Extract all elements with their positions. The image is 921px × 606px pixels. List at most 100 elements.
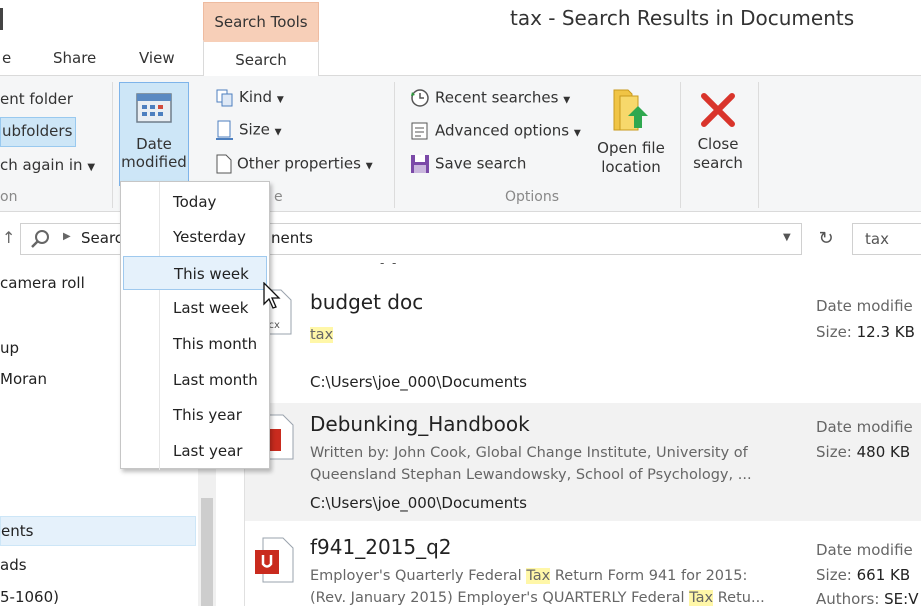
scrollbar-thumb[interactable] <box>201 498 213 606</box>
chevron-down-icon: ▼ <box>276 95 284 105</box>
save-search-label: Save search <box>435 154 527 173</box>
ribbon-separator <box>394 82 395 208</box>
ribbon-separator <box>112 82 113 208</box>
nav-item-camera-roll[interactable]: camera roll <box>0 274 85 292</box>
menu-item-last-year[interactable]: Last year <box>123 434 267 468</box>
authors-label: Authors: <box>816 590 880 606</box>
result-size: Size: 480 KB <box>816 443 910 461</box>
menu-item-last-week[interactable]: Last week <box>123 291 267 325</box>
tab-share[interactable]: Share <box>53 40 96 76</box>
snippet-line: (Rev. January 2015) Employer's QUARTERLY… <box>310 587 800 606</box>
kind-button[interactable]: Kind ▼ <box>216 88 284 107</box>
subfolders-label[interactable]: ubfolders <box>2 122 72 140</box>
window-title: tax - Search Results in Documents <box>510 6 855 30</box>
document-icon <box>216 154 232 174</box>
snippet-text: (Rev. January 2015) Employer's QUARTERLY… <box>310 590 690 606</box>
result-name[interactable]: budget doc <box>310 290 423 314</box>
current-folder-button[interactable]: ent folder <box>0 90 73 108</box>
tab-search[interactable]: Search <box>203 40 319 77</box>
menu-item-today[interactable]: Today <box>123 185 267 219</box>
date-modified-label-1: Date <box>136 135 172 153</box>
result-path: C:\Users\joe_000\Documents <box>310 494 527 512</box>
nav-item-group[interactable]: up <box>0 339 19 357</box>
menu-item-this-month[interactable]: This month <box>123 327 267 361</box>
result-item[interactable]: Debunking_Handbook Written by: John Cook… <box>245 403 921 521</box>
nav-item-user[interactable]: Moran <box>0 370 47 388</box>
recent-searches-button[interactable]: Recent searches ▼ <box>410 88 570 108</box>
mouse-pointer-icon <box>263 282 281 309</box>
open-file-location-label-1: Open file <box>597 139 665 157</box>
tab-view[interactable]: View <box>139 40 175 76</box>
search-input[interactable]: tax <box>852 223 921 255</box>
search-hit-highlight: tax <box>310 327 334 343</box>
result-snippet: Employer's Quarterly Federal Tax Return … <box>310 565 800 606</box>
search-hit-highlight: Tax <box>526 568 551 584</box>
advanced-options-label: Advanced options <box>435 121 570 140</box>
ribbon-separator <box>758 82 759 208</box>
size-icon <box>216 120 233 140</box>
window-edge <box>0 8 3 30</box>
result-snippet: Written by: John Cook, Global Change Ins… <box>310 442 790 486</box>
result-date-modified: Date modifie <box>816 418 913 436</box>
folder-icon <box>613 89 648 131</box>
menu-item-this-year[interactable]: This year <box>123 398 267 432</box>
close-search-button[interactable]: Close search <box>686 90 750 173</box>
advanced-options-icon <box>411 122 428 140</box>
title-bar: Search Tools tax - Search Results in Doc… <box>0 0 921 40</box>
chevron-down-icon: ▼ <box>573 128 581 139</box>
kind-icon <box>216 89 233 106</box>
close-search-label-1: Close <box>697 135 739 153</box>
nav-item-documents[interactable]: ents <box>0 516 196 546</box>
refresh-icon[interactable]: ↻ <box>806 223 846 255</box>
size-button[interactable]: Size ▼ <box>216 120 282 140</box>
breadcrumb-documents[interactable]: nents <box>271 229 313 247</box>
size-label: Size: <box>816 323 852 341</box>
other-properties-button[interactable]: Other properties ▼ <box>216 154 373 174</box>
search-icon <box>31 230 49 248</box>
address-history-chevron-icon[interactable]: ▼ <box>783 232 791 243</box>
chevron-down-icon: ▼ <box>365 161 373 172</box>
up-arrow-icon[interactable]: ↑ <box>2 228 15 247</box>
date-modified-menu: Today Yesterday This week Last week This… <box>120 181 270 470</box>
size-label: Size: <box>816 566 852 584</box>
menu-item-last-month[interactable]: Last month <box>123 363 267 397</box>
snippet-line: Employer's Quarterly Federal Tax Return … <box>310 565 800 587</box>
nav-item-drive[interactable]: 5-1060) <box>0 588 59 606</box>
snippet-text: Return Form 941 for 2015: <box>550 568 748 584</box>
search-again-in-button[interactable]: ch again in ▼ <box>0 156 95 174</box>
nav-item-documents-label: ents <box>1 522 34 540</box>
result-name[interactable]: Debunking_Handbook <box>310 412 530 436</box>
save-search-button[interactable]: Save search <box>410 154 526 174</box>
menu-item-yesterday[interactable]: Yesterday <box>123 220 267 254</box>
result-item[interactable]: docx budget doc tax C:\Users\joe_000\Doc… <box>245 280 921 400</box>
breadcrumb-separator-icon: ▶ <box>63 231 71 242</box>
close-search-label-2: search <box>693 154 743 172</box>
other-properties-label: Other properties <box>237 154 361 173</box>
advanced-options-button[interactable]: Advanced options ▼ <box>410 121 581 141</box>
context-tab-search-tools: Search Tools <box>203 2 319 40</box>
result-size: Size: 12.3 KB <box>816 323 915 341</box>
open-file-location-button[interactable]: Open file location <box>591 86 671 177</box>
chevron-down-icon: ▼ <box>274 127 282 138</box>
tab-home[interactable]: e <box>2 40 11 76</box>
result-date-modified: Date modifie <box>816 297 913 315</box>
result-name[interactable]: f941_2015_q2 <box>310 535 452 559</box>
open-file-location-label-2: location <box>601 158 661 176</box>
breadcrumb-search[interactable]: Searc <box>81 229 123 247</box>
size-value: 480 KB <box>856 443 911 461</box>
collapsed-header-marker: - - <box>380 256 397 270</box>
search-again-in-label: ch again in <box>0 156 83 174</box>
size-value: 12.3 KB <box>856 323 915 341</box>
size-label: Size: <box>816 443 852 461</box>
result-item[interactable]: f941_2015_q2 Employer's Quarterly Federa… <box>245 526 921 606</box>
nav-item-downloads[interactable]: ads <box>0 556 27 574</box>
menu-item-this-week[interactable]: This week <box>123 256 267 290</box>
chevron-down-icon: ▼ <box>87 162 96 173</box>
close-icon <box>701 93 735 127</box>
recent-searches-icon <box>411 89 429 107</box>
location-group-label: on <box>0 189 18 205</box>
date-modified-label-2: modified <box>121 153 187 171</box>
result-date-modified: Date modifie <box>816 541 913 559</box>
date-modified-button[interactable]: Date modified ▼ <box>119 82 189 191</box>
result-authors: Authors: SE:V <box>816 590 918 606</box>
